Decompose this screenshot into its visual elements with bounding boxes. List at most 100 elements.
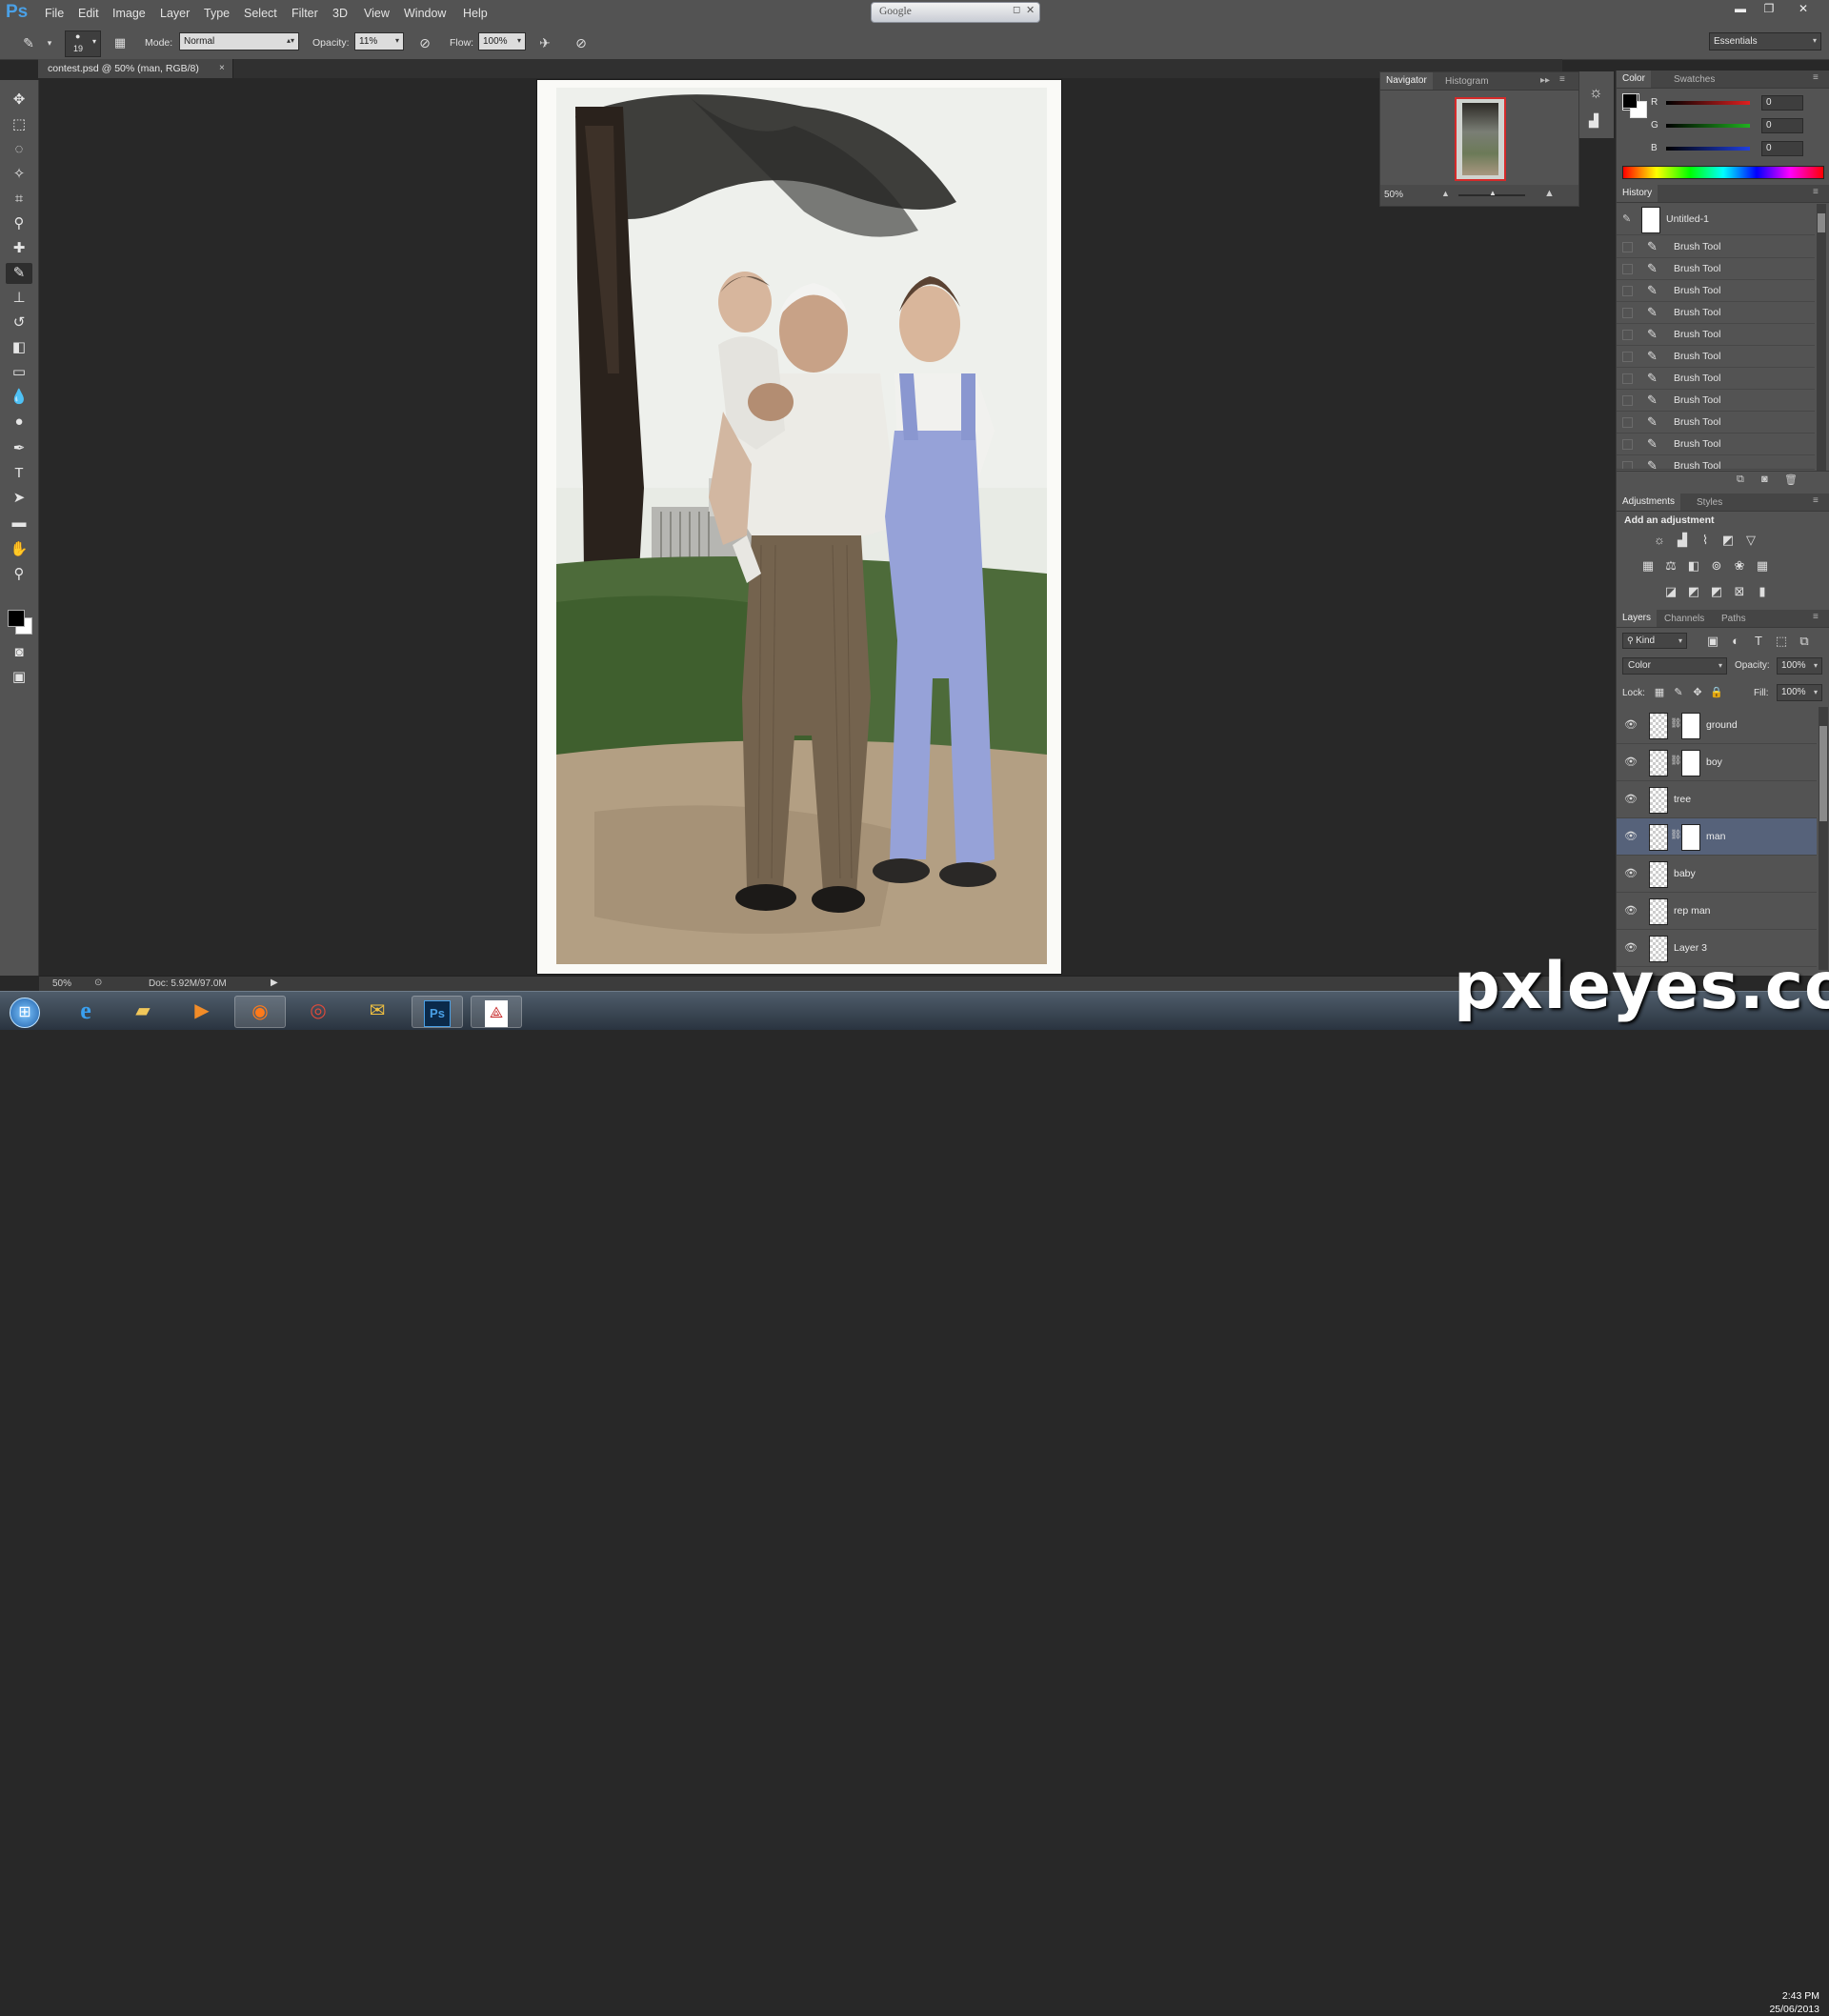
brightness-icon[interactable]: ☼ xyxy=(1651,533,1668,548)
menu-view[interactable]: View xyxy=(364,7,390,20)
eye-icon[interactable]: 👁 xyxy=(1624,793,1638,805)
photoshop-taskbar-icon[interactable]: Ps xyxy=(412,996,463,1028)
document-canvas[interactable] xyxy=(537,80,1061,974)
menu-window[interactable]: Window xyxy=(404,7,446,20)
tab-adjustments[interactable]: Adjustments xyxy=(1617,494,1681,511)
blend-mode-select[interactable]: Color ▾ xyxy=(1622,657,1727,675)
dodge-tool-icon[interactable]: ● xyxy=(6,412,32,433)
lasso-tool-icon[interactable]: ◌ xyxy=(6,139,32,160)
trash-icon[interactable]: 🗑 xyxy=(1784,474,1798,486)
camera-icon[interactable]: ◙ xyxy=(1761,474,1768,485)
close-icon[interactable]: × xyxy=(219,63,225,73)
checkbox-icon[interactable] xyxy=(1622,308,1633,318)
foreground-color-swatch-top[interactable] xyxy=(8,610,25,627)
lock-position-icon[interactable]: ✥ xyxy=(1689,685,1706,700)
history-brush-tool-icon[interactable]: ↺ xyxy=(6,312,32,333)
expand-icon[interactable]: ▸▸ xyxy=(1540,75,1550,86)
quick-mask-icon[interactable]: ◙ xyxy=(6,642,32,663)
adjustment-filter-icon[interactable]: ◐ xyxy=(1727,634,1744,649)
layer-mask-thumbnail[interactable] xyxy=(1681,713,1700,739)
layer-row-rep-man[interactable]: 👁 rep man xyxy=(1617,893,1817,930)
navigator-thumbnail[interactable] xyxy=(1455,97,1506,181)
checkbox-icon[interactable] xyxy=(1622,330,1633,340)
r-channel-input[interactable]: 0 xyxy=(1761,95,1803,111)
menu-layer[interactable]: Layer xyxy=(160,7,190,20)
history-item[interactable]: ✎ Brush Tool xyxy=(1617,368,1815,390)
sun-icon[interactable]: ☼ xyxy=(1589,85,1603,102)
r-channel-slider[interactable] xyxy=(1666,101,1750,105)
layer-filter-select[interactable]: ⚲ Kind ▾ xyxy=(1622,633,1687,649)
threshold-icon[interactable]: ◩ xyxy=(1708,584,1725,599)
layer-row-man[interactable]: 👁 ⛓ man xyxy=(1617,818,1817,856)
close-icon[interactable]: ✕ xyxy=(1791,2,1816,19)
quick-select-tool-icon[interactable]: ✧ xyxy=(6,164,32,185)
brush-panel-toggle-icon[interactable]: ▦ xyxy=(111,33,130,52)
system-clock[interactable]: 2:43 PM 25/06/2013 xyxy=(1762,1989,1819,2016)
color-balance-icon[interactable]: ⚖ xyxy=(1662,558,1679,574)
pixel-filter-icon[interactable]: ▣ xyxy=(1704,634,1721,649)
history-item[interactable]: ✎ Brush Tool xyxy=(1617,280,1815,302)
pen-tool-icon[interactable]: ✒ xyxy=(6,438,32,459)
eye-icon[interactable]: 👁 xyxy=(1624,867,1638,879)
brush-tool-icon[interactable]: ✎ xyxy=(6,263,32,284)
pressure-opacity-icon[interactable]: ⊘ xyxy=(415,33,434,52)
menu-filter[interactable]: Filter xyxy=(291,7,318,20)
gradient-map-icon[interactable]: ▮ xyxy=(1754,584,1771,599)
selective-color-icon[interactable]: ⊠ xyxy=(1731,584,1748,599)
crop-tool-icon[interactable]: ⌗ xyxy=(6,189,32,210)
path-select-tool-icon[interactable]: ➤ xyxy=(6,488,32,509)
tab-navigator[interactable]: Navigator xyxy=(1380,72,1433,90)
layer-row-tree[interactable]: 👁 tree xyxy=(1617,781,1817,818)
eyedropper-tool-icon[interactable]: ⚲ xyxy=(6,213,32,234)
tab-layers[interactable]: Layers xyxy=(1617,610,1658,627)
history-item[interactable]: ✎ Brush Tool xyxy=(1617,302,1815,324)
history-brush-icon[interactable]: ✎ xyxy=(1622,212,1631,225)
restore-icon[interactable]: ❐ xyxy=(1757,2,1781,19)
zoom-level[interactable]: 50% xyxy=(52,978,71,989)
exposure-icon[interactable]: ◩ xyxy=(1719,533,1737,548)
navigator-zoom-value[interactable]: 50% xyxy=(1384,190,1403,200)
vibrance-icon[interactable]: ▽ xyxy=(1742,533,1759,548)
checkbox-icon[interactable] xyxy=(1622,242,1633,252)
chrome-icon[interactable]: ◎ xyxy=(293,996,343,1026)
history-scrollbar[interactable] xyxy=(1817,204,1826,471)
blur-tool-icon[interactable]: 💧 xyxy=(6,387,32,408)
move-tool-icon[interactable]: ✥ xyxy=(6,90,32,111)
history-item[interactable]: ✎ Brush Tool xyxy=(1617,324,1815,346)
checkbox-icon[interactable] xyxy=(1622,352,1633,362)
menu-type[interactable]: Type xyxy=(204,7,230,20)
document-tab[interactable]: contest.psd @ 50% (man, RGB/8) × xyxy=(38,59,233,78)
panel-menu-icon[interactable]: ≡ xyxy=(1813,495,1819,506)
link-icon[interactable]: ⛓ xyxy=(1670,830,1682,840)
history-item[interactable]: ✎ Brush Tool xyxy=(1617,433,1815,455)
menu-edit[interactable]: Edit xyxy=(78,7,99,20)
eraser-tool-icon[interactable]: ◧ xyxy=(6,337,32,358)
checkbox-icon[interactable] xyxy=(1622,439,1633,450)
menu-help[interactable]: Help xyxy=(463,7,488,20)
checkbox-icon[interactable] xyxy=(1622,264,1633,274)
file-explorer-icon[interactable]: ▰ xyxy=(118,996,168,1026)
lock-pixels-icon[interactable]: ✎ xyxy=(1670,685,1687,700)
pressure-size-icon[interactable]: ⊘ xyxy=(572,33,591,52)
new-document-icon[interactable]: ⧉ xyxy=(1737,474,1744,486)
layer-mask-thumbnail[interactable] xyxy=(1681,824,1700,851)
color-spectrum-ramp[interactable] xyxy=(1622,166,1824,179)
layer-mask-thumbnail[interactable] xyxy=(1681,750,1700,776)
checkbox-icon[interactable] xyxy=(1622,417,1633,428)
eye-icon[interactable]: 👁 xyxy=(1624,904,1638,917)
panel-menu-icon[interactable]: ≡ xyxy=(1813,187,1819,197)
tab-paths[interactable]: Paths xyxy=(1721,614,1746,624)
internet-explorer-icon[interactable]: e xyxy=(61,996,111,1026)
curves-icon[interactable]: ⌇ xyxy=(1697,533,1714,548)
mode-select[interactable]: Normal ▴▾ xyxy=(179,32,299,50)
minimize-icon[interactable]: ▬ xyxy=(1728,2,1753,19)
eye-icon[interactable]: 👁 xyxy=(1624,830,1638,842)
checkbox-icon[interactable] xyxy=(1622,286,1633,296)
restore-icon[interactable]: ◻ xyxy=(1013,5,1020,15)
checkbox-icon[interactable] xyxy=(1622,373,1633,384)
hue-saturation-icon[interactable]: ▦ xyxy=(1639,558,1657,574)
zoom-in-icon[interactable]: ▲ xyxy=(1544,188,1555,199)
history-snapshot[interactable]: ✎ Untitled-1 xyxy=(1617,204,1815,235)
brush-size-picker[interactable]: ● 19 ▾ xyxy=(65,30,101,57)
tab-history[interactable]: History xyxy=(1617,185,1658,202)
